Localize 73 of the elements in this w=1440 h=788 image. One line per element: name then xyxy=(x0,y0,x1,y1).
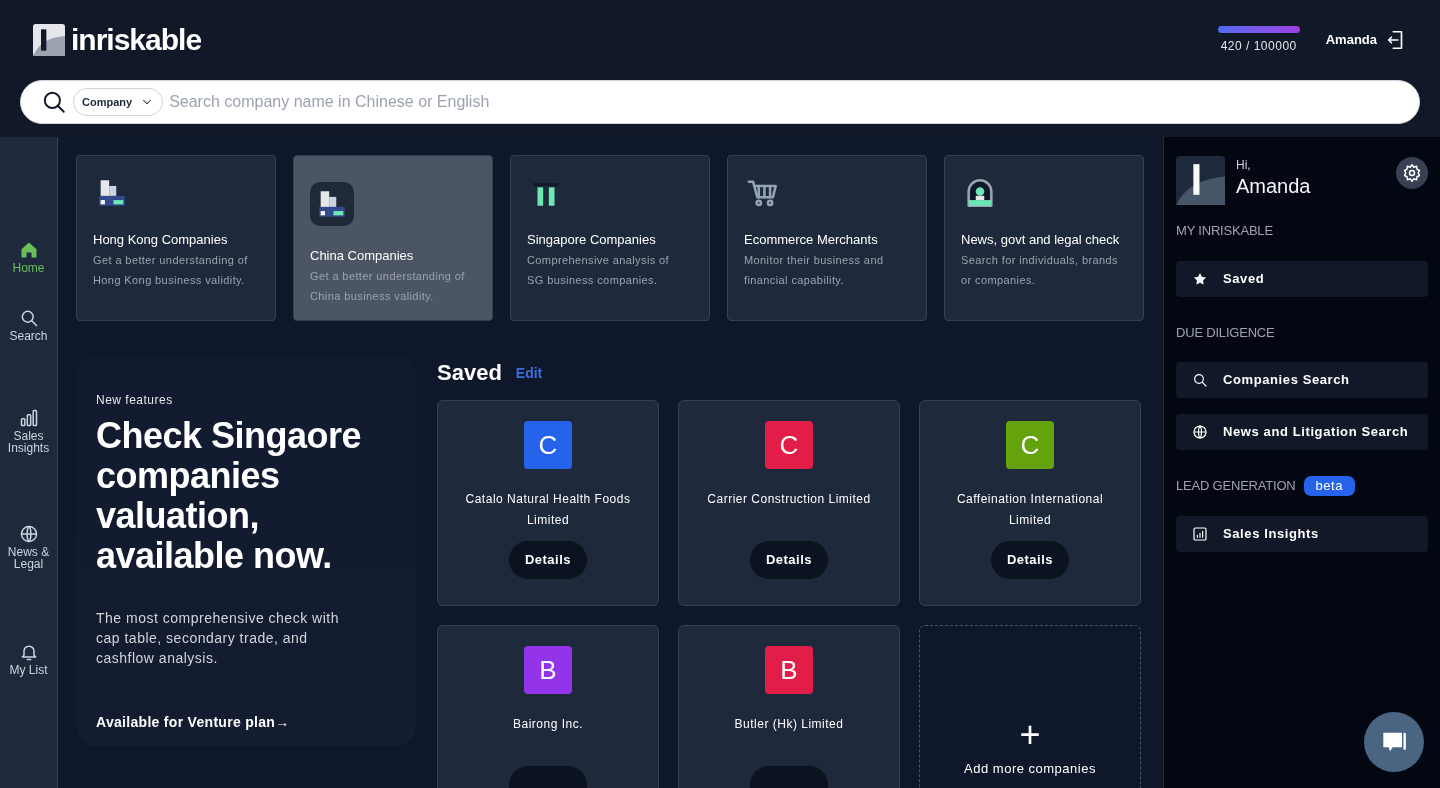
panel-menu-item[interactable]: Companies Search xyxy=(1176,362,1428,398)
section-heading: LEAD GENERATION xyxy=(1176,477,1296,496)
add-company-card[interactable]: + Add more companies xyxy=(919,625,1141,788)
company-avatar: C xyxy=(765,421,813,469)
category-card[interactable]: Hong Kong Companies Get a better understanding of Hong Kong business validity. xyxy=(76,155,276,321)
category-title: News, govt and legal check xyxy=(961,232,1121,248)
add-company-label: Add more companies xyxy=(964,760,1096,779)
section-heading: MY INRISKABLE xyxy=(1176,222,1273,240)
company-name: Carrier Construction Limited xyxy=(707,491,871,508)
company-card[interactable]: B Bairong Inc. xyxy=(437,625,659,788)
edit-link[interactable]: Edit xyxy=(515,363,543,384)
globe-icon xyxy=(18,524,39,544)
logo-text: inriskable xyxy=(71,25,202,55)
details-button[interactable]: Details xyxy=(990,541,1070,579)
company-avatar: C xyxy=(1006,421,1054,469)
bar-chart-icon xyxy=(18,408,39,428)
feature-headline: Check Singaore companies valuation, available now. xyxy=(96,416,363,576)
company-avatar: C xyxy=(524,421,572,469)
beta-badge: beta xyxy=(1303,476,1355,496)
profile-name: Amanda xyxy=(1236,174,1312,198)
search-icon xyxy=(1192,372,1208,388)
plus-icon: + xyxy=(1019,717,1041,754)
panel-menu-item[interactable]: Saved xyxy=(1176,260,1428,297)
company-card[interactable]: C Carrier Construction Limited Details xyxy=(678,400,900,606)
category-card[interactable]: Singapore Companies Comprehensive analysis of SG business companies. xyxy=(510,155,710,321)
category-description: Comprehensive analysis of SG business companies. xyxy=(527,253,671,288)
company-avatar: B xyxy=(765,646,813,694)
company-card[interactable]: C Caffeination International Limited Details xyxy=(919,400,1141,606)
venture-plan-link[interactable]: Available for Venture plan→ xyxy=(96,712,396,733)
panel-menu-item[interactable]: Sales Insights xyxy=(1176,516,1428,552)
logo-icon xyxy=(33,24,65,56)
category-description: Get a better understanding of Hong Kong business validity. xyxy=(93,253,249,288)
search-input[interactable]: Search company name in Chinese or English xyxy=(169,81,1403,123)
chart-icon xyxy=(1192,526,1208,542)
section-heading: DUE DILIGENCE xyxy=(1176,323,1275,342)
settings-button[interactable] xyxy=(1396,157,1428,189)
category-description: Get a better understanding of China business validity. xyxy=(310,269,466,304)
nav-item[interactable]: News & Legal xyxy=(0,524,57,642)
category-title: Hong Kong Companies xyxy=(93,232,229,248)
settings-icon xyxy=(1402,163,1422,183)
feature-eyebrow: New features xyxy=(96,392,174,409)
category-title: Singapore Companies xyxy=(527,232,657,248)
feature-description: The most comprehensive check with cap table, secondary trade, and cashflow analysis. xyxy=(96,609,340,668)
chat-button[interactable] xyxy=(1364,712,1424,772)
category-description: Monitor their business and financial capability. xyxy=(744,253,885,288)
details-button[interactable]: Details xyxy=(749,541,829,579)
nav-item[interactable]: My List xyxy=(0,642,57,702)
category-card[interactable]: News, govt and legal check Search for individuals, brands or companies. xyxy=(944,155,1144,321)
category-card[interactable]: China Companies Get a better understanding of China business validity. xyxy=(293,155,493,321)
search-icon xyxy=(41,89,67,115)
nav-item[interactable]: Search xyxy=(0,308,57,408)
category-title: China Companies xyxy=(310,248,415,264)
category-title: Ecommerce Merchants xyxy=(744,232,879,248)
search-bar[interactable]: Company Search company name in Chinese or English xyxy=(20,80,1420,124)
saved-heading: Saved xyxy=(437,362,502,384)
company-name: Catalo Natural Health Foods Limited xyxy=(464,491,632,529)
company-card[interactable]: B Butler (Hk) Limited xyxy=(678,625,900,788)
company-name: Bairong Inc. xyxy=(512,716,583,733)
user-name: Amanda xyxy=(1325,31,1377,50)
profile-avatar-icon xyxy=(1176,156,1225,205)
details-button[interactable]: Details xyxy=(508,541,588,579)
panel-menu-item[interactable]: News and Litigation Search xyxy=(1176,414,1428,450)
company-name: Butler (Hk) Limited xyxy=(734,716,844,733)
company-name: Caffeination International Limited xyxy=(955,491,1105,529)
category-description: Search for individuals, brands or companies. xyxy=(961,253,1119,288)
nav-item[interactable]: Home xyxy=(0,240,57,308)
company-avatar: B xyxy=(524,646,572,694)
category-card[interactable]: Ecommerce Merchants Monitor their business and financial capability. xyxy=(727,155,927,321)
greeting: Hi, xyxy=(1236,157,1252,174)
nav-item[interactable]: Sales Insights xyxy=(0,408,57,524)
usage-count: 420 / 100000 xyxy=(1220,37,1297,55)
company-card[interactable]: C Catalo Natural Health Foods Limited Details xyxy=(437,400,659,606)
globe-icon xyxy=(1192,424,1208,440)
